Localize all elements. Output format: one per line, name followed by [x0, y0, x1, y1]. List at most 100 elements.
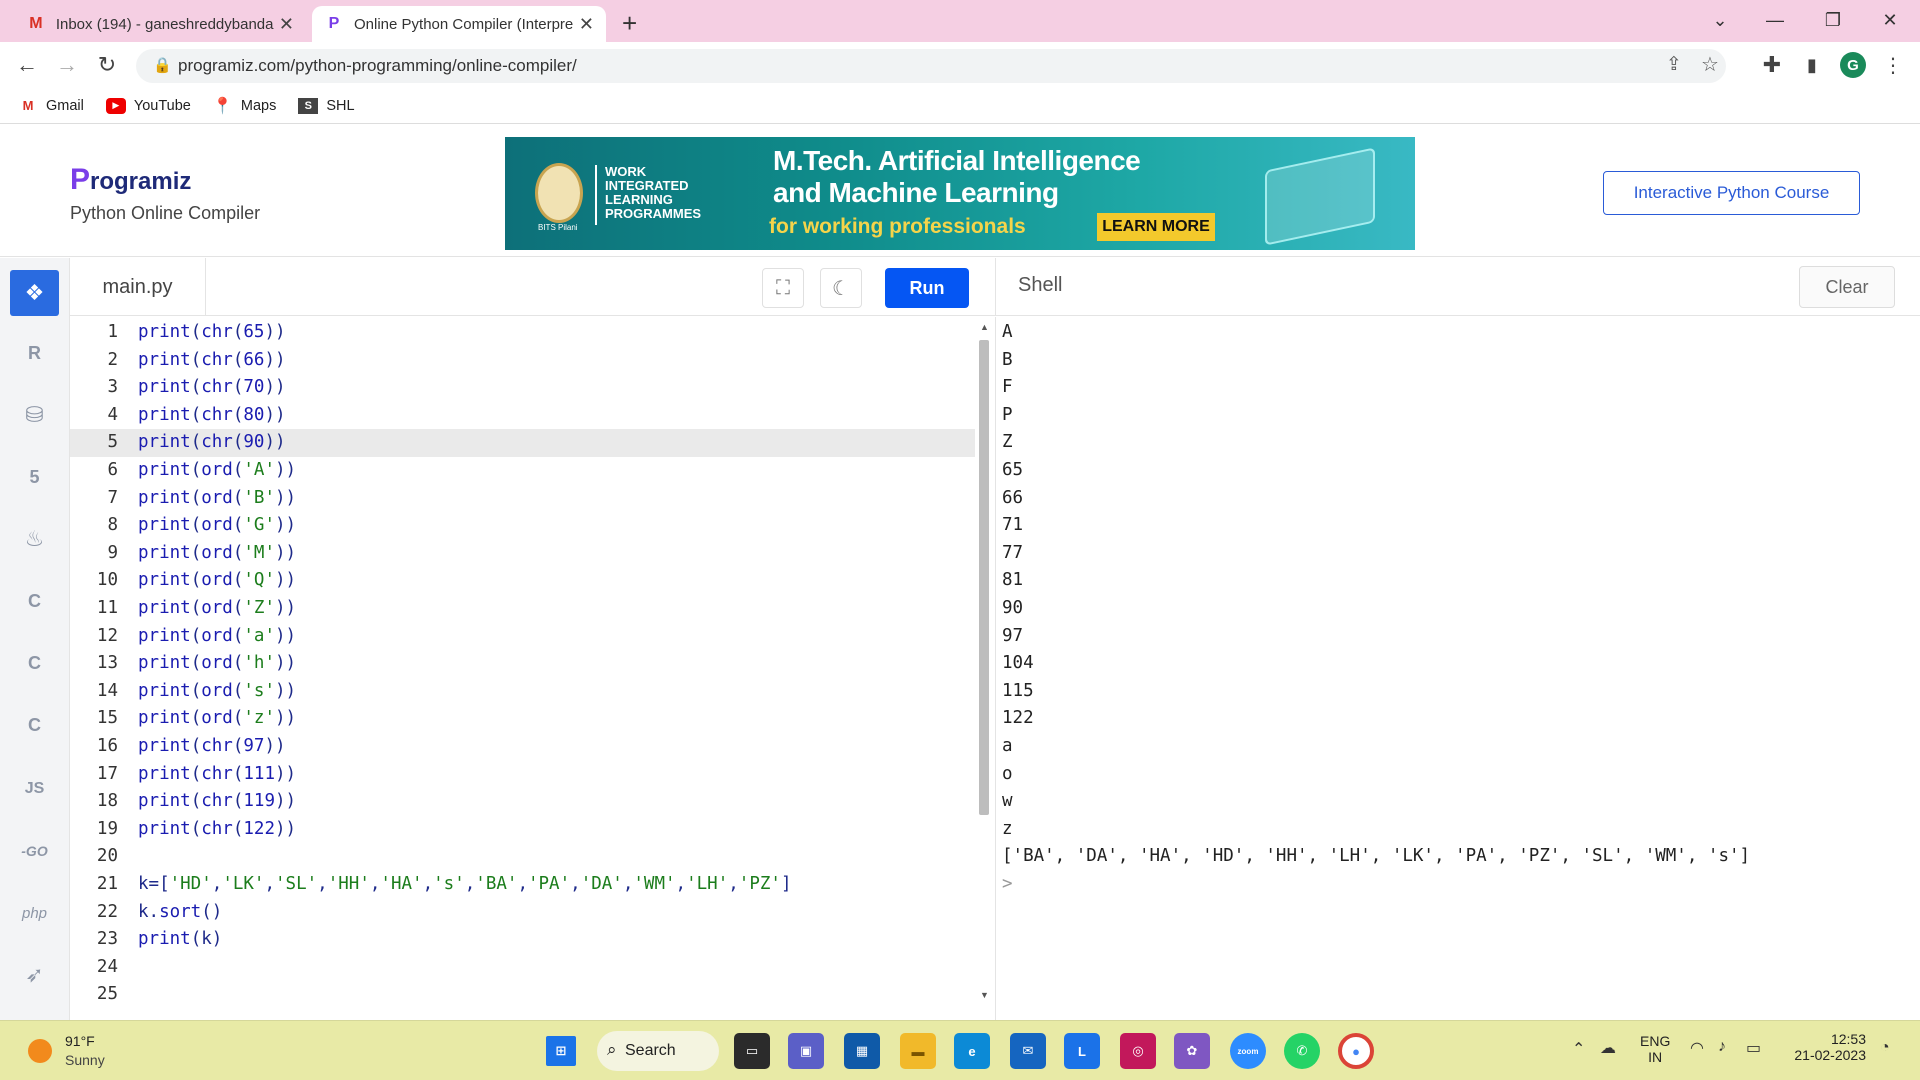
code-line[interactable]: 1 print(chr(65))	[70, 319, 975, 347]
shell-output[interactable]: A B F P Z 65 66 71 77 81 90 97 104 115 122 a o w z ['BA', '…	[995, 317, 1920, 1020]
l-app-icon[interactable]: L	[1064, 1033, 1100, 1069]
whatsapp-icon[interactable]: ✆	[1284, 1033, 1320, 1069]
mail-icon[interactable]: ✉	[1010, 1033, 1046, 1069]
code-line[interactable]: 24	[70, 954, 975, 982]
code-line[interactable]: 11 print(ord('Z'))	[70, 595, 975, 623]
line-number: 8	[107, 515, 118, 536]
sidebar-item-java[interactable]: ♨	[10, 516, 59, 562]
code-line[interactable]: 8 print(ord('G'))	[70, 512, 975, 540]
code-line[interactable]: 12 print(ord('a'))	[70, 623, 975, 651]
interactive-python-course-button[interactable]: Interactive Python Course	[1603, 171, 1860, 215]
sidebar-item-sql[interactable]: ⛁	[10, 392, 59, 438]
edge-icon[interactable]: e	[954, 1033, 990, 1069]
code-text: print(chr(66))	[138, 349, 286, 370]
code-line[interactable]: 14 print(ord('s'))	[70, 678, 975, 706]
code-line[interactable]: 3 print(chr(70))	[70, 374, 975, 402]
chrome-icon[interactable]: ●	[1338, 1033, 1374, 1069]
back-icon[interactable]: ←	[12, 50, 42, 80]
code-line[interactable]: 20	[70, 843, 975, 871]
new-tab-button[interactable]: +	[622, 8, 637, 39]
bookmark-shl[interactable]: S SHL	[298, 97, 355, 114]
task-view-icon[interactable]: ▭	[734, 1033, 770, 1069]
battery-icon[interactable]: ▭	[1746, 1038, 1761, 1058]
code-line[interactable]: 19 print(chr(122))	[70, 816, 975, 844]
close-window-icon[interactable]: ✕	[1867, 6, 1913, 34]
code-line[interactable]: 21 k=['HD','LK','SL','HH','HA','s','BA','…	[70, 871, 975, 899]
code-line[interactable]: 6 print(ord('A'))	[70, 457, 975, 485]
close-tab-icon[interactable]: ✕	[579, 14, 594, 35]
code-editor[interactable]: 1 print(chr(65)) 2 print(chr(66)) 3 print(chr…	[70, 317, 975, 1020]
code-line[interactable]: 25	[70, 981, 975, 1009]
side-panel-icon[interactable]: ▮	[1797, 50, 1827, 80]
file-tab-main-py[interactable]: main.py	[70, 258, 206, 316]
line-number: 15	[96, 708, 118, 729]
sidebar-item-cpp[interactable]: C	[10, 640, 59, 686]
taskbar-search[interactable]: ⌕ Search	[597, 1031, 719, 1071]
volume-icon[interactable]: ♪	[1718, 1038, 1726, 1056]
language-indicator[interactable]: ENG IN	[1640, 1033, 1670, 1065]
code-line[interactable]: 23 print(k)	[70, 926, 975, 954]
dark-mode-moon-icon[interactable]: ☾	[820, 268, 862, 308]
sidebar-item-php[interactable]: php	[10, 890, 59, 936]
sidebar-item-javascript[interactable]: JS	[10, 766, 59, 812]
store-icon[interactable]: ▦	[844, 1033, 880, 1069]
editor-scrollbar-thumb[interactable]	[979, 340, 989, 815]
code-line[interactable]: 7 print(ord('B'))	[70, 485, 975, 513]
profile-avatar[interactable]: G	[1840, 52, 1866, 78]
file-explorer-icon[interactable]: ▬	[900, 1033, 936, 1069]
code-line[interactable]: 15 print(ord('z'))	[70, 705, 975, 733]
sidebar-item-csharp[interactable]: C	[10, 702, 59, 748]
extensions-icon[interactable]: ✚	[1757, 50, 1787, 80]
bookmark-maps[interactable]: 📍 Maps	[213, 98, 276, 115]
windows-start-icon[interactable]: ⊞	[546, 1036, 576, 1066]
ad-learn-more-button[interactable]: LEARN MORE	[1097, 213, 1215, 241]
scroll-up-icon[interactable]: ▲	[980, 322, 989, 332]
tab-search-icon[interactable]: ⌄	[1697, 6, 1743, 34]
code-line[interactable]: 17 print(chr(111))	[70, 761, 975, 789]
share-icon[interactable]: ⇪	[1666, 53, 1682, 76]
onedrive-cloud-icon[interactable]: ☁	[1600, 1038, 1616, 1058]
code-line[interactable]: 9 print(ord('M'))	[70, 540, 975, 568]
restore-icon[interactable]: ❐	[1810, 6, 1856, 34]
minimize-icon[interactable]: —	[1752, 6, 1798, 34]
sidebar-item-python[interactable]: ❖	[10, 270, 59, 316]
code-line[interactable]: 22 k.sort()	[70, 899, 975, 927]
sidebar-item-html[interactable]: 5	[10, 454, 59, 500]
instagram-icon[interactable]: ◎	[1120, 1033, 1156, 1069]
programiz-logo[interactable]: Programiz	[70, 163, 191, 197]
clear-button[interactable]: Clear	[1799, 266, 1895, 308]
notifications-icon[interactable]: ◔	[1880, 1039, 1890, 1057]
menu-kebab-icon[interactable]: ⋮	[1878, 50, 1908, 80]
tab-gmail[interactable]: M Inbox (194) - ganeshreddybanda ✕	[14, 6, 306, 42]
code-line[interactable]: 10 print(ord('Q'))	[70, 567, 975, 595]
code-line[interactable]: 4 print(chr(80))	[70, 402, 975, 430]
code-line[interactable]: 2 print(chr(66))	[70, 347, 975, 375]
sidebar-item-go[interactable]: -GO	[10, 828, 59, 874]
forward-icon[interactable]: →	[52, 50, 82, 80]
code-line[interactable]: 13 print(ord('h'))	[70, 650, 975, 678]
tab-programiz[interactable]: P Online Python Compiler (Interpre ✕	[312, 6, 606, 42]
clock[interactable]: 12:53 21-02-2023	[1790, 1031, 1866, 1063]
code-line[interactable]: 18 print(chr(119))	[70, 788, 975, 816]
address-bar[interactable]: 🔒 programiz.com/python-programming/onlin…	[136, 49, 1726, 83]
zoom-icon[interactable]: zoom	[1230, 1033, 1266, 1069]
shell-output-line: o	[1002, 763, 1013, 784]
show-hidden-icons-chevron[interactable]: ⌃	[1572, 1039, 1585, 1059]
sidebar-item-r[interactable]: R	[10, 330, 59, 376]
bookmark-youtube[interactable]: ▶ YouTube	[105, 97, 191, 114]
code-line[interactable]: 16 print(chr(97))	[70, 733, 975, 761]
teams-chat-icon[interactable]: ▣	[788, 1033, 824, 1069]
close-tab-icon[interactable]: ✕	[279, 14, 294, 35]
ad-banner[interactable]: BITS Pilani WORK INTEGRATED LEARNING PRO…	[505, 137, 1415, 250]
bookmark-star-icon[interactable]: ☆	[1701, 52, 1719, 77]
copilot-icon[interactable]: ✿	[1174, 1033, 1210, 1069]
reload-icon[interactable]: ↻	[92, 50, 122, 80]
fullscreen-icon[interactable]: ⛶	[762, 268, 804, 308]
code-line[interactable]: 5 print(chr(90))	[70, 429, 975, 457]
scroll-down-icon[interactable]: ▼	[980, 990, 989, 1000]
bookmark-gmail[interactable]: M Gmail	[18, 98, 84, 114]
sidebar-item-c[interactable]: C	[10, 578, 59, 624]
wifi-icon[interactable]: ◠	[1690, 1038, 1704, 1058]
sidebar-item-swift[interactable]: ➶	[10, 952, 59, 998]
run-button[interactable]: Run	[885, 268, 969, 308]
